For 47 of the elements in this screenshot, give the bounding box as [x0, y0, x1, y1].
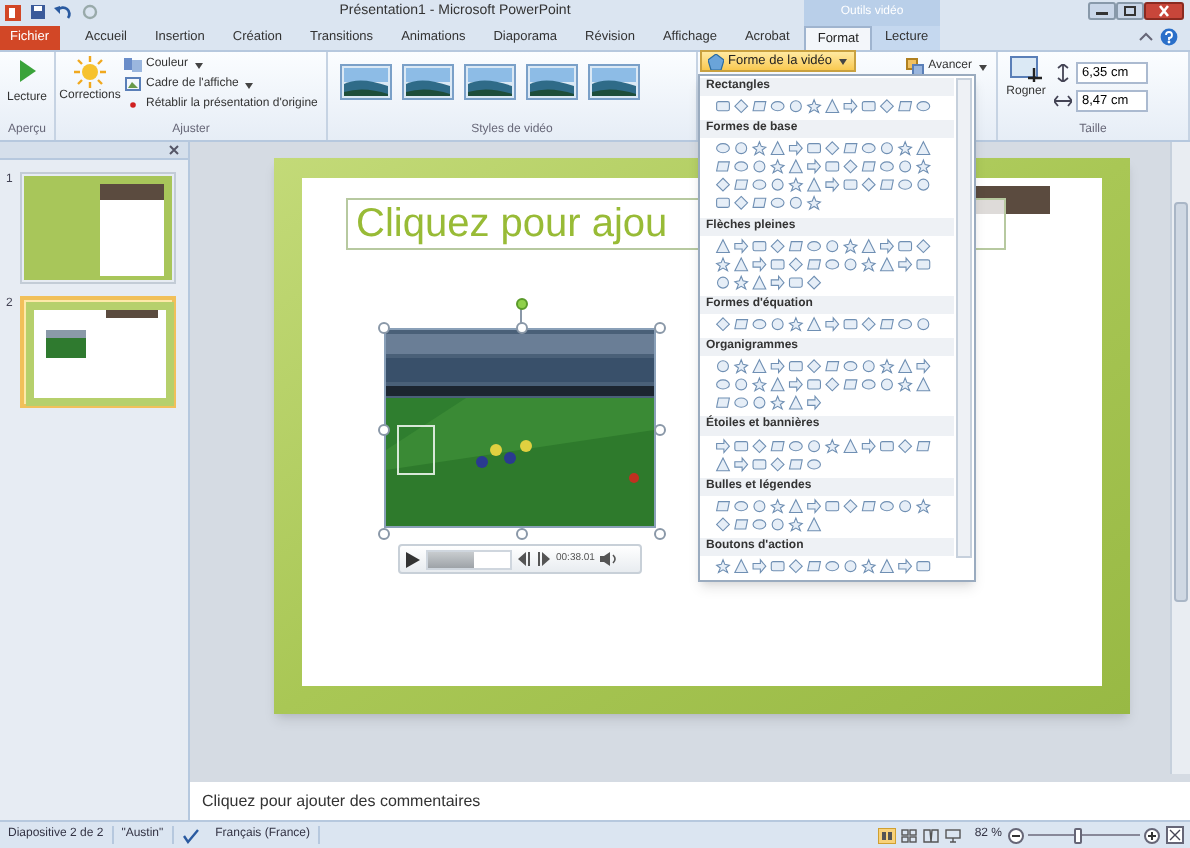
width-icon [1054, 92, 1072, 110]
slide-thumbnail[interactable] [20, 296, 176, 408]
normal-view-icon[interactable] [878, 827, 897, 843]
app-icon [4, 3, 22, 21]
zoom-in-icon[interactable] [1144, 827, 1160, 843]
skip-icon[interactable] [518, 552, 550, 566]
close-icon[interactable] [168, 144, 180, 156]
collapse-ribbon-icon[interactable] [1138, 30, 1154, 46]
caret-icon [838, 57, 849, 65]
volume-icon[interactable] [600, 552, 619, 566]
grid-view-icon[interactable] [900, 827, 919, 843]
notes-pane[interactable]: Cliquez pour ajouter des commentaires [190, 774, 1190, 820]
book-icon[interactable] [922, 827, 941, 843]
color-icon [124, 56, 142, 74]
poster-frame-icon [124, 76, 142, 94]
progress-track[interactable] [426, 549, 512, 569]
dot-icon [124, 96, 142, 114]
zoom-out-icon[interactable] [1008, 827, 1024, 843]
zoom-slider-thumb[interactable] [1074, 827, 1083, 843]
caret-icon [244, 81, 255, 89]
caret-icon [978, 63, 988, 71]
save-icon[interactable] [30, 4, 46, 20]
play-icon [17, 58, 37, 84]
video-style-thumbnail[interactable] [340, 64, 392, 100]
crop-icon [1010, 56, 1042, 84]
screen-icon[interactable] [944, 827, 963, 843]
slide-thumbnail[interactable] [20, 172, 176, 284]
video-style-thumbnail[interactable] [402, 64, 454, 100]
title-text: Cliquez pour ajou [356, 202, 668, 246]
video-style-thumbnail[interactable] [464, 64, 516, 100]
sun-icon [74, 56, 106, 88]
maximize-button[interactable] [1116, 2, 1144, 20]
close-button[interactable] [1144, 2, 1184, 20]
fit-to-window-icon[interactable] [1166, 826, 1184, 844]
video-style-thumbnail[interactable] [526, 64, 578, 100]
menu-scrollbar[interactable] [956, 78, 972, 558]
zoom-slider[interactable] [1028, 827, 1140, 843]
help-icon[interactable] [1160, 28, 1178, 46]
spelling-check-icon[interactable] [181, 827, 200, 843]
play-icon[interactable] [406, 551, 420, 567]
minimize-button[interactable] [1088, 2, 1116, 20]
height-icon [1054, 64, 1072, 82]
undo-icon[interactable] [54, 4, 72, 20]
video-style-thumbnail[interactable] [588, 64, 640, 100]
notes-text: Cliquez pour ajouter des commentaires [202, 789, 481, 813]
caret-icon [194, 61, 205, 69]
vertical-scrollbar[interactable] [1170, 142, 1190, 774]
